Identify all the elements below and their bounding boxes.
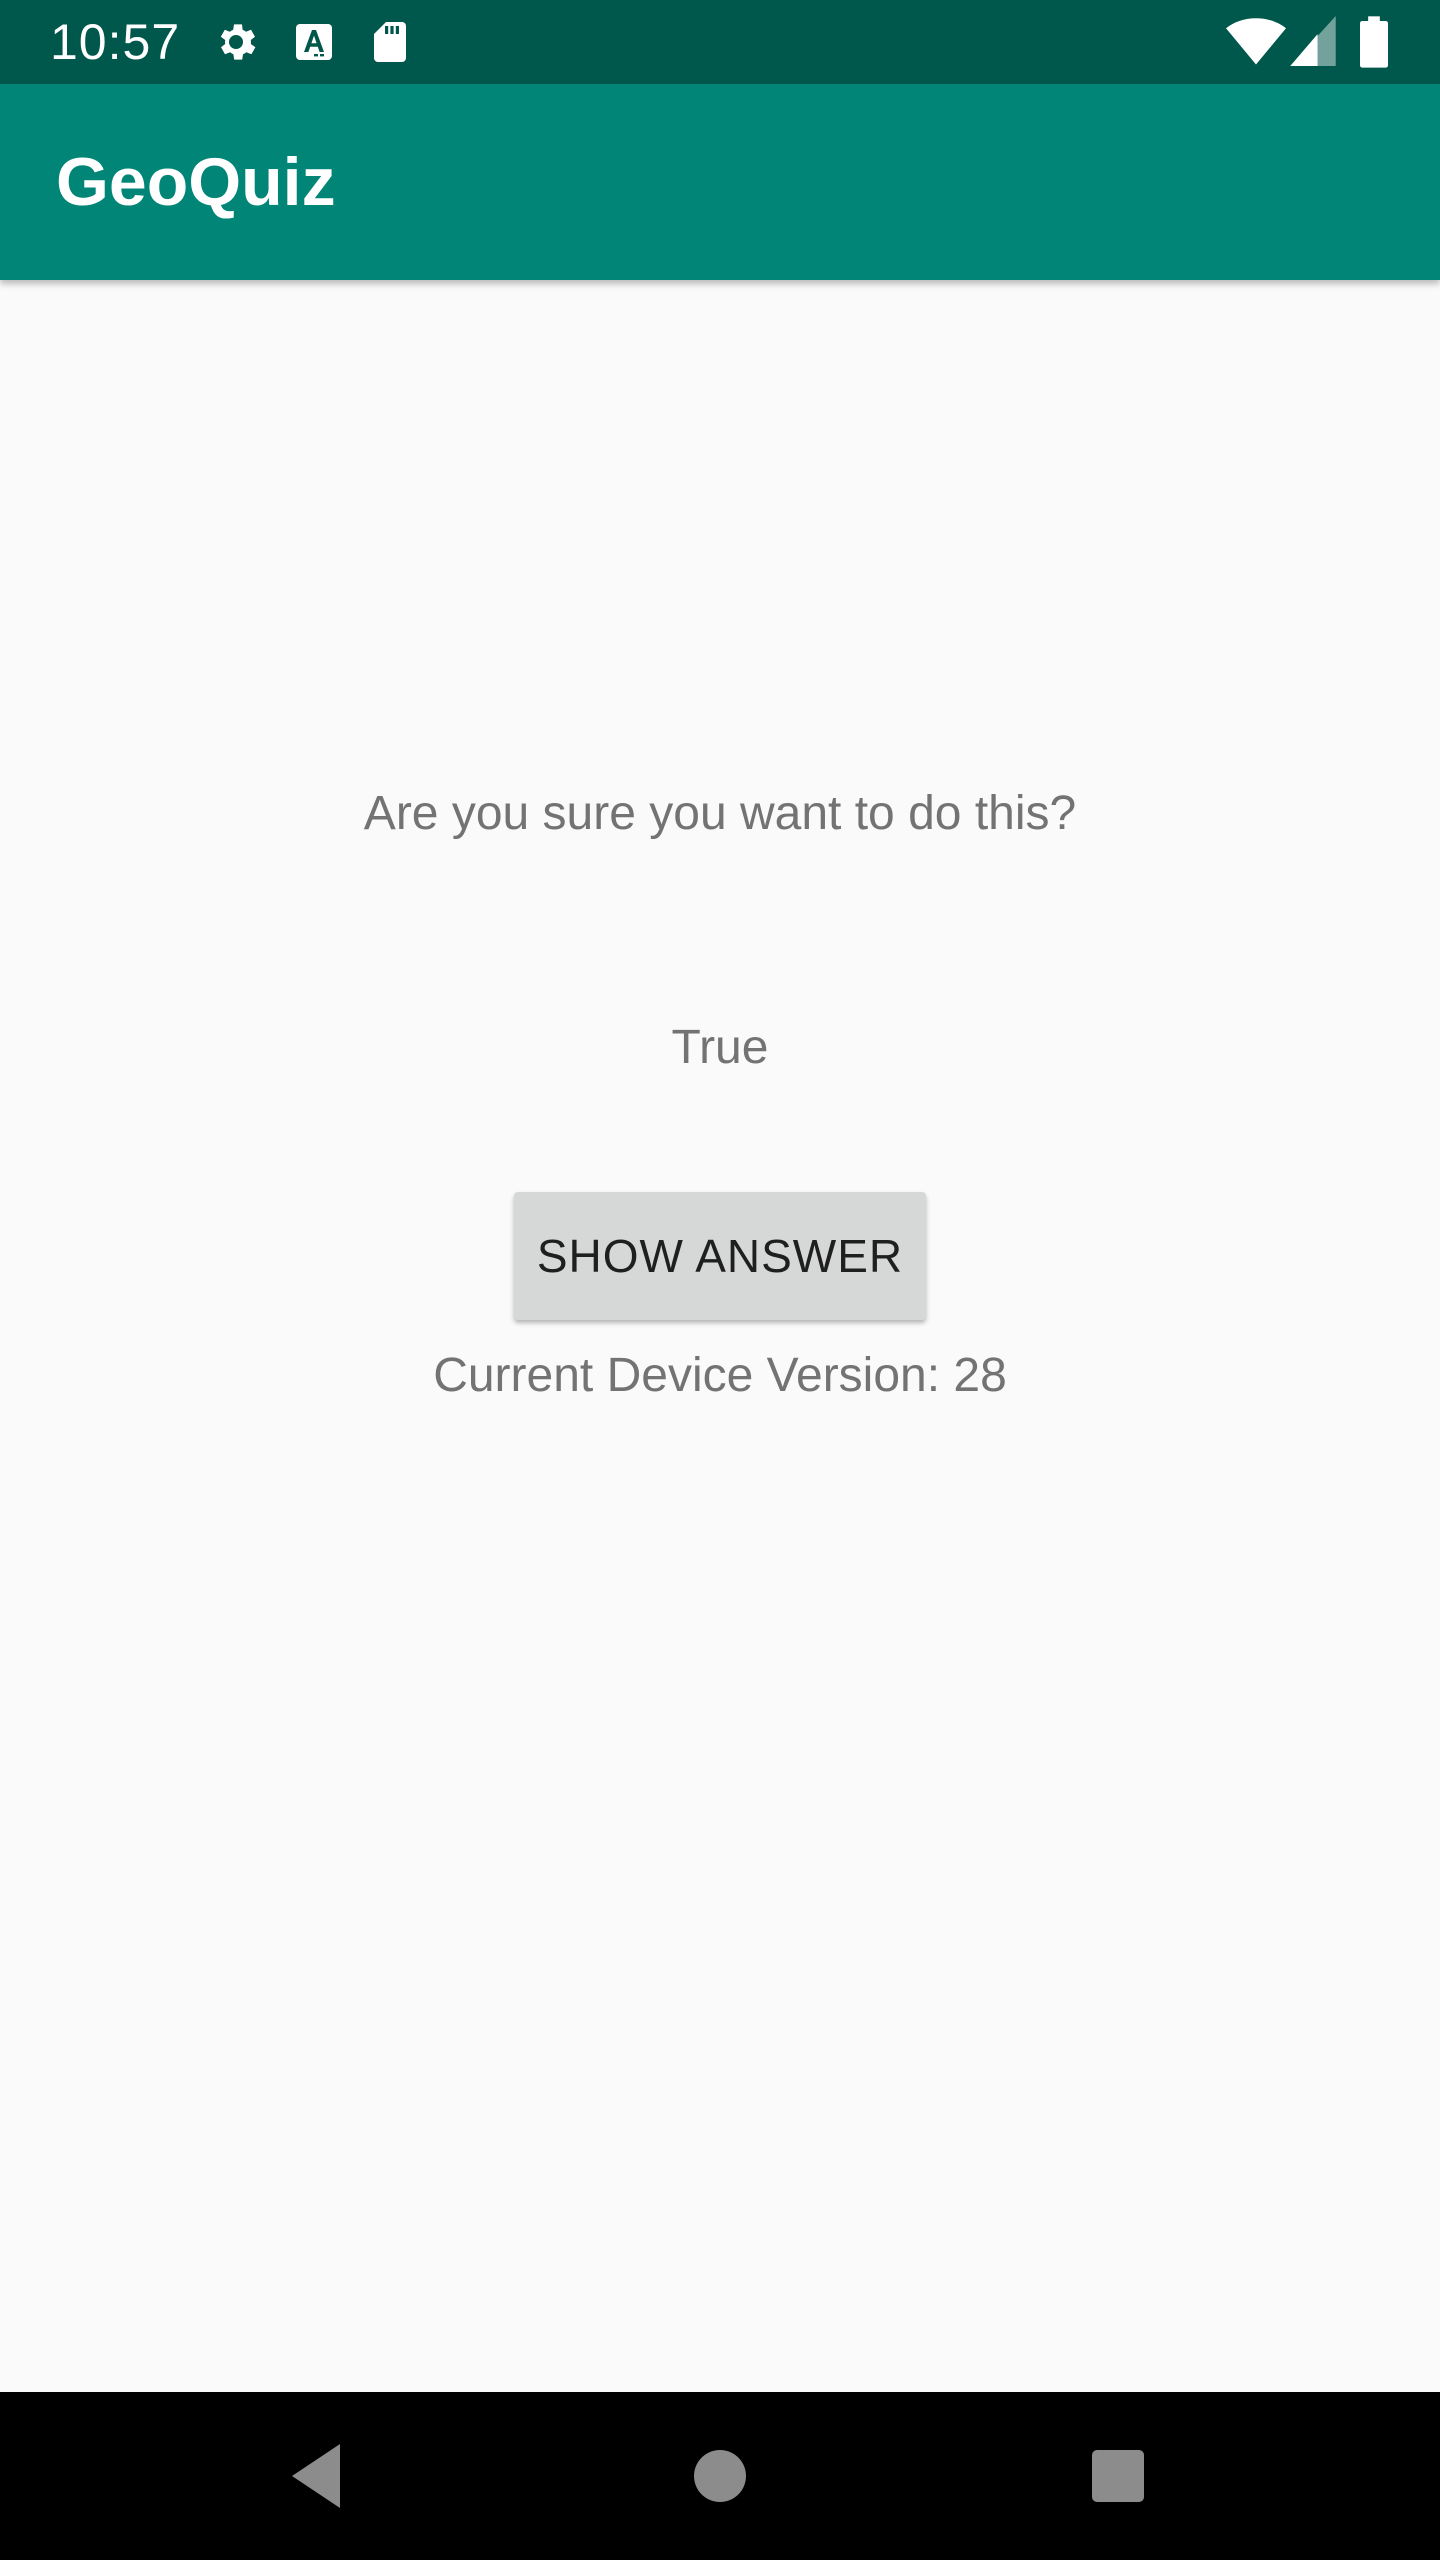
app-bar: GeoQuiz — [0, 84, 1440, 280]
cheat-screen — [0, 280, 1440, 2392]
wifi-icon — [1226, 18, 1286, 65]
recents-icon[interactable] — [1078, 2436, 1158, 2516]
battery-icon — [1360, 16, 1388, 68]
cell-signal-icon — [1290, 16, 1336, 66]
app-title: GeoQuiz — [56, 144, 336, 220]
status-time: 10:57 — [50, 14, 181, 70]
back-icon[interactable] — [278, 2436, 358, 2516]
text-a-icon — [296, 24, 332, 60]
gear-icon — [220, 24, 256, 60]
device-version-text: Current Device Version: 28 — [433, 1349, 1007, 1402]
navigation-bar — [0, 2392, 1440, 2560]
answer-text: True — [671, 1021, 769, 1074]
sd-card-icon — [374, 22, 406, 62]
status-bar: 10:57 — [0, 0, 1440, 84]
question-text: Are you sure you want to do this? — [363, 787, 1077, 840]
show-answer-button[interactable]: SHOW ANSWER — [514, 1192, 926, 1320]
home-icon[interactable] — [680, 2436, 760, 2516]
